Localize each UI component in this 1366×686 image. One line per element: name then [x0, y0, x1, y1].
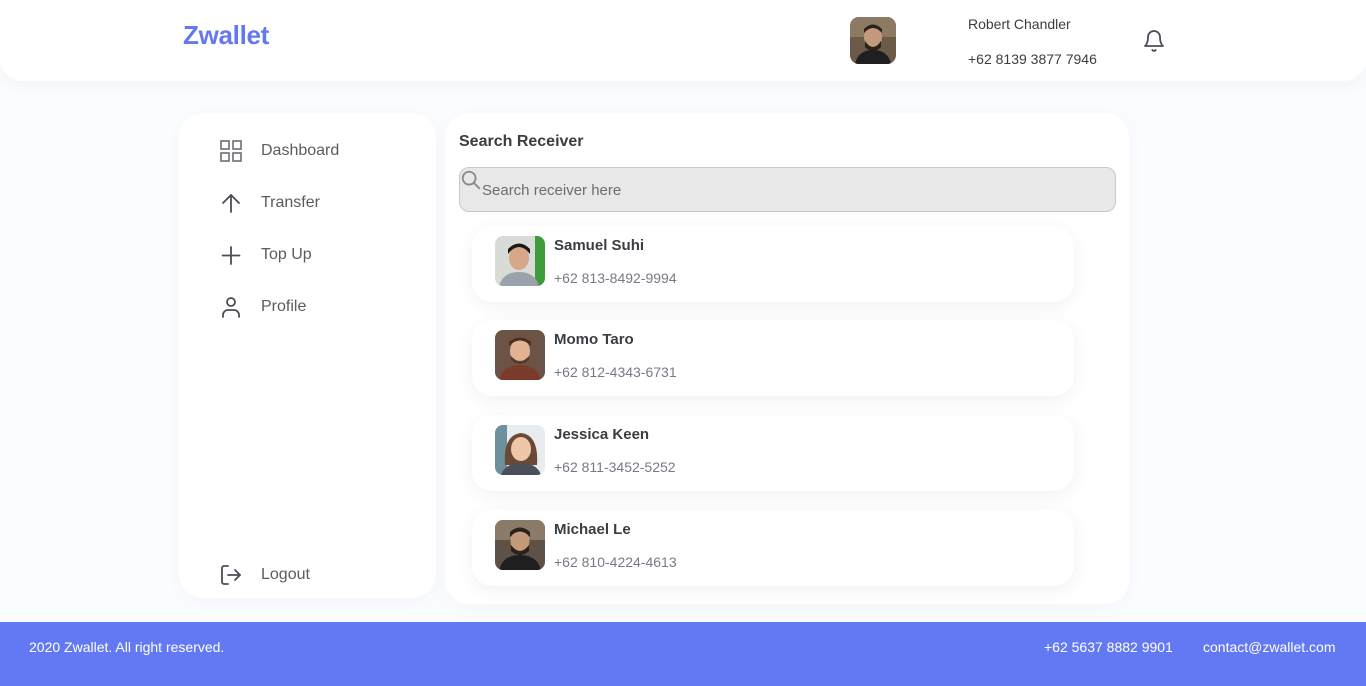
user-name: Robert Chandler [968, 16, 1071, 32]
notification-bell-icon[interactable] [1142, 29, 1166, 53]
grid-icon [219, 139, 243, 163]
logout-icon [219, 563, 243, 587]
sidebar-item-label: Top Up [261, 246, 312, 263]
receiver-phone: +62 812-4343-6731 [554, 364, 677, 380]
receiver-phone: +62 813-8492-9994 [554, 270, 677, 286]
user-icon [219, 295, 243, 319]
sidebar-item-dashboard[interactable]: Dashboard [219, 136, 419, 166]
receiver-card[interactable]: Jessica Keen +62 811-3452-5252 [472, 415, 1074, 491]
footer: 2020 Zwallet. All right reserved. +62 56… [0, 622, 1366, 686]
sidebar-item-label: Dashboard [261, 142, 340, 159]
receiver-avatar [495, 425, 545, 475]
top-header: Zwallet Robert Chandler +62 8139 3877 79… [0, 0, 1366, 81]
arrow-up-icon [219, 191, 243, 215]
plus-icon [219, 243, 243, 267]
receiver-card[interactable]: Michael Le +62 810-4224-4613 [472, 510, 1074, 586]
receiver-avatar [495, 236, 545, 286]
sidebar-item-label: Transfer [261, 194, 320, 211]
logout-button[interactable]: Logout [219, 560, 419, 590]
brand-logo[interactable]: Zwallet [183, 20, 269, 51]
user-phone: +62 8139 3877 7946 [968, 51, 1097, 67]
receiver-card[interactable]: Momo Taro +62 812-4343-6731 [472, 320, 1074, 396]
sidebar: Dashboard Transfer Top Up Profile Logout [179, 113, 436, 598]
search-box[interactable] [459, 167, 1116, 212]
receiver-name: Michael Le [554, 521, 631, 538]
user-avatar[interactable] [850, 17, 896, 64]
footer-email[interactable]: contact@zwallet.com [1203, 639, 1335, 655]
search-input[interactable] [482, 176, 1102, 204]
receiver-panel: Search Receiver Samuel Suhi +62 813-8492… [445, 113, 1129, 604]
sidebar-item-transfer[interactable]: Transfer [219, 188, 419, 218]
sidebar-item-label: Profile [261, 298, 307, 315]
search-icon [460, 169, 482, 191]
receiver-phone: +62 810-4224-4613 [554, 554, 677, 570]
receiver-name: Samuel Suhi [554, 237, 645, 254]
sidebar-item-topup[interactable]: Top Up [219, 240, 419, 270]
receiver-name: Jessica Keen [554, 426, 650, 443]
receiver-name: Momo Taro [554, 331, 634, 348]
receiver-card[interactable]: Samuel Suhi +62 813-8492-9994 [472, 226, 1074, 302]
page-title: Search Receiver [459, 133, 584, 150]
receiver-phone: +62 811-3452-5252 [554, 459, 676, 475]
logout-label: Logout [261, 566, 310, 583]
receiver-avatar [495, 330, 545, 380]
receiver-avatar [495, 520, 545, 570]
footer-copyright: 2020 Zwallet. All right reserved. [29, 639, 225, 655]
sidebar-item-profile[interactable]: Profile [219, 292, 419, 322]
footer-phone: +62 5637 8882 9901 [1044, 639, 1173, 655]
